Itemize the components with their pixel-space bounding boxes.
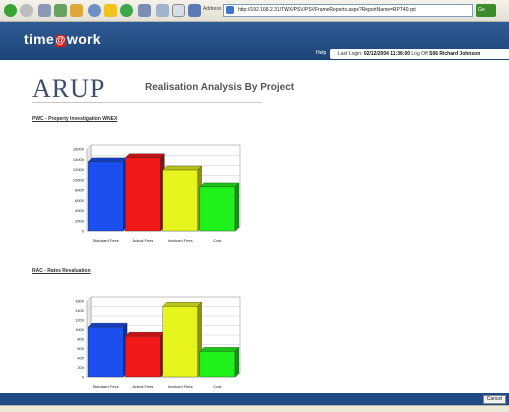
status-bar: [0, 405, 509, 412]
page-icon: [226, 6, 234, 14]
y-tick-label: 4000: [75, 208, 85, 213]
address-label: Address: [203, 6, 222, 12]
forward-icon[interactable]: [20, 4, 33, 17]
bar-chart-rac: 0 200 400 600 800 1000 1200 1400 1600 Standard Fe…: [75, 296, 241, 389]
mail-icon[interactable]: [156, 4, 169, 17]
y-tick-label: 1400: [75, 308, 85, 313]
x-tick-label: Actual Fees: [132, 384, 153, 389]
login-prefix: Last Login:: [338, 51, 363, 57]
y-tick-label: 12000: [73, 167, 85, 172]
y-tick-label: 800: [77, 337, 84, 342]
user-name: Richard Johnson: [439, 51, 481, 57]
y-tick-label: 1200: [75, 318, 85, 323]
y-tick-label: 1000: [75, 327, 85, 332]
bar: [87, 326, 124, 378]
go-button[interactable]: Go: [476, 4, 496, 17]
favorites-icon[interactable]: [104, 4, 117, 17]
y-tick-label: 10000: [73, 177, 85, 182]
refresh-icon[interactable]: [54, 4, 67, 17]
stop-icon[interactable]: [38, 4, 51, 17]
bar: [199, 186, 236, 232]
login-info: Last Login: 02/12/2004 11:36:00 Log Off …: [330, 49, 509, 59]
bar-chart-pwc: 0 2000 4000 6000 8000 10000 12000 14000 16000 Sta…: [73, 144, 241, 243]
bar: [125, 336, 161, 378]
chart-title: PWC - Property Investigation WNEX: [32, 116, 118, 122]
y-tick-label: 14000: [73, 157, 85, 162]
bar: [162, 306, 198, 378]
bar-top: [125, 332, 165, 337]
report-title: Realisation Analysis By Project: [145, 82, 295, 93]
x-tick-label: Actual Fees: [132, 238, 153, 243]
home-icon[interactable]: [70, 4, 83, 17]
bar-top: [162, 165, 202, 171]
address-bar[interactable]: http://192.168.2.31/TWX/PSV/PSVFrameRepo…: [223, 4, 473, 17]
x-tick-label: Invoiced Fees: [168, 238, 193, 243]
edit-icon[interactable]: [188, 4, 201, 17]
y-tick-label: 16000: [73, 147, 85, 152]
x-tick-label: Standard Fees: [93, 384, 119, 389]
timeatwork-logo: time@work: [24, 31, 101, 47]
bar: [125, 157, 161, 232]
bar: [199, 351, 236, 378]
title-divider: [32, 102, 262, 103]
login-datetime: 02/12/2004 11:36:00: [363, 51, 411, 57]
bar-top: [199, 347, 240, 352]
x-tick-label: Invoiced Fees: [168, 384, 193, 389]
search-icon[interactable]: [88, 4, 101, 17]
y-tick-label: 6000: [75, 198, 85, 203]
y-tick-label: 0: [82, 375, 85, 380]
print-icon[interactable]: [172, 4, 185, 17]
y-tick-label: 8000: [75, 188, 85, 193]
bar-top: [162, 302, 202, 307]
y-tick-label: 0: [82, 229, 85, 234]
bar-top: [87, 322, 128, 328]
bar-top: [199, 182, 240, 188]
media-icon[interactable]: [120, 4, 133, 17]
y-tick-label: 400: [77, 356, 84, 361]
chart-title: RAC - Rates Revaluation: [32, 268, 91, 274]
y-tick-label: 600: [77, 346, 84, 351]
bar-top: [87, 157, 128, 162]
user-code: S06: [429, 51, 439, 57]
footer-bar: [0, 393, 509, 405]
bar: [87, 161, 124, 232]
x-tick-label: Cost: [213, 384, 222, 389]
history-icon[interactable]: [138, 4, 151, 17]
browser-toolbar: Address http://192.168.2.31/TWX/PSV/PSVF…: [0, 0, 509, 22]
y-tick-label: 2000: [75, 218, 85, 223]
logoff-link[interactable]: Log Off: [411, 51, 427, 57]
y-tick-label: 1600: [75, 299, 85, 304]
cancel-button[interactable]: Cancel: [483, 395, 506, 404]
y-tick-label: 200: [77, 365, 84, 370]
bar-side: [234, 182, 240, 232]
bar: [162, 169, 198, 232]
help-link[interactable]: Help: [316, 50, 326, 56]
company-logo: ARUP: [32, 74, 106, 103]
x-tick-label: Cost: [213, 238, 222, 243]
back-icon[interactable]: [4, 4, 17, 17]
bar-top: [125, 153, 165, 158]
x-tick-label: Standard Fees: [93, 238, 119, 243]
bar-side: [234, 346, 240, 378]
